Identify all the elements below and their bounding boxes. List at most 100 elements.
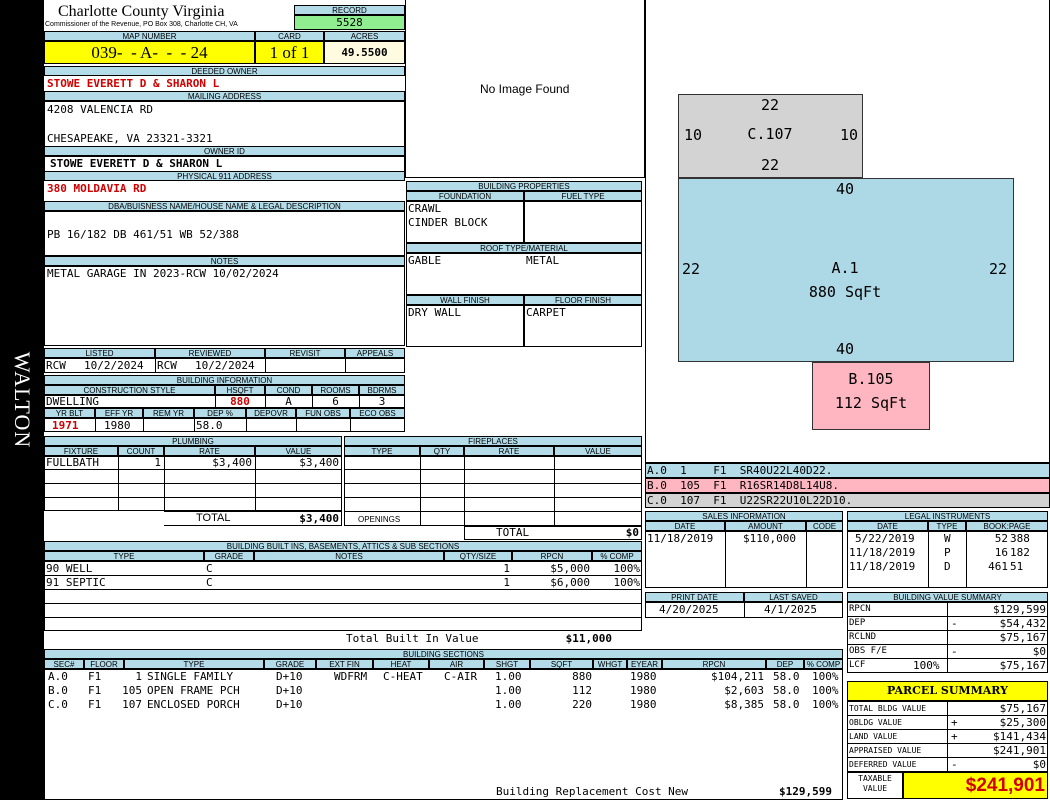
physical-value: 380 MOLDAVIA RD (47, 182, 147, 195)
vs-obs-key: OBS F/E (849, 646, 887, 656)
bi-row2-qty: 1 (503, 576, 510, 589)
bi-row1-rpcn: $5,000 (550, 562, 590, 575)
listed-by: RCW (46, 359, 66, 372)
taxable-value: $241,901 (903, 772, 1048, 799)
bi-row2-rpcn: $6,000 (550, 576, 590, 589)
fireplaces-total-label: TOTAL (496, 526, 530, 539)
sec-a-shgt: 1.00 (495, 670, 522, 683)
a-top-dim: 40 (835, 180, 855, 198)
remyr-label: REM YR (143, 408, 194, 418)
sec-b-dep: 58.0 (773, 684, 800, 697)
map-label: MAP NUMBER (44, 31, 255, 41)
bi-row1-grade: C (206, 562, 213, 575)
plumbing-label: PLUMBING (44, 436, 342, 446)
bi-total: $11,000 (565, 632, 612, 645)
wall-finish: DRY WALL (408, 306, 461, 319)
owner-id-value: STOWE EVERETT D & SHARON L (50, 157, 223, 170)
sec-b-floor: F1 (88, 684, 102, 697)
deeded-owner-value: STOWE EVERETT D & SHARON L (47, 77, 220, 90)
legal-row3-date: 11/18/2019 (849, 560, 916, 573)
bi-notes-label: NOTES (254, 551, 444, 561)
vs-lcf-key: LCF (849, 660, 866, 670)
owner-id-label: OWNER ID (44, 146, 405, 156)
yrblt-label: YR BLT (44, 408, 95, 418)
vs-lcf-val: $75,167 (999, 659, 1046, 672)
sales-date-label: DATE (645, 521, 725, 531)
ps-land-val: $141,434 (993, 730, 1046, 743)
dep-label: DEP % (194, 408, 246, 418)
fireplaces-total: $0 (625, 526, 639, 539)
bi-row2-grade: C (206, 576, 213, 589)
legal-date-label: DATE (847, 521, 928, 531)
legal-row3-type: D (944, 560, 951, 573)
hsqft-label: HSQFT (215, 385, 265, 395)
value-summary-label: BUILDING VALUE SUMMARY (847, 592, 1048, 602)
foundation-2: CINDER BLOCK (408, 216, 488, 229)
reviewed-by: RCW (157, 359, 177, 372)
legal-row2-page: 182 (1010, 546, 1030, 559)
sec-col-comp: % COMP (804, 659, 843, 669)
count-label: COUNT (118, 446, 164, 456)
deeded-owner-label: DEEDED OWNER (44, 66, 405, 76)
bdrms-label: BDRMS (359, 385, 405, 395)
sec-col-grade: GRADE (264, 659, 316, 669)
sec-b-code: 105 (122, 684, 142, 697)
sec-col-extfin: EXT FIN (316, 659, 373, 669)
ps-land-key: LAND VALUE (849, 732, 898, 741)
acres-label: ACRES (324, 31, 405, 41)
sales-code-label: CODE (806, 521, 843, 531)
sec-c-eyear: 1980 (630, 698, 657, 711)
sec-b-comp: 100% (812, 684, 839, 697)
listed-date: 10/2/2024 (84, 359, 144, 372)
sections-label: BUILDING SECTIONS (44, 649, 843, 659)
sec-c-floor: F1 (88, 698, 102, 711)
sales-amount: $110,000 (743, 532, 796, 545)
taxable-label-1: TAXABLE (858, 774, 892, 783)
notes-label: NOTES (44, 256, 405, 266)
plumbing-total-label: TOTAL (196, 512, 231, 524)
no-image-text: No Image Found (480, 82, 570, 96)
legal-row2-type: P (944, 546, 951, 559)
a-right-dim: 22 (989, 260, 1008, 278)
sketch-code-a-text: A.0 1 F1 SR40U22L40D22. (647, 464, 833, 477)
building-info-label: BUILDING INFORMATION (44, 375, 405, 385)
legal-row1-type: W (944, 532, 951, 545)
ps-appraised-key: APPRAISED VALUE (849, 746, 922, 755)
rcn-label: Building Replacement Cost New (496, 785, 689, 798)
vs-obs-val: $0 (1032, 645, 1046, 658)
bi-comp-label: % COMP (592, 551, 642, 561)
a-label: A.1 (831, 259, 859, 277)
fuel-label: FUEL TYPE (524, 191, 642, 201)
value-label: VALUE (255, 446, 342, 456)
sec-c-rpcn: $8,385 (724, 698, 764, 711)
depovr-label: DEPOVR (246, 408, 296, 418)
floor-finish: CARPET (526, 306, 566, 319)
sec-col-dep: DEP (766, 659, 804, 669)
bi-rpcn-label: RPCN (512, 551, 592, 561)
sec-c-sec: C.0 (48, 698, 68, 711)
sec-b-grade: D+10 (276, 684, 303, 697)
ps-obldg-key: OBLDG VALUE (849, 718, 902, 727)
sketch-code-b-text: B.0 105 F1 R16SR14D8L14U8. (647, 479, 840, 492)
bi-row1-type: 90 WELL (46, 562, 93, 575)
sec-col-whgt: WHGT (593, 659, 627, 669)
effective-year: 1980 (104, 419, 131, 432)
sketch-code-b: B.0 105 F1 R16SR14D8L14U8. (645, 478, 1050, 493)
legal-row1-book: 52 (994, 532, 1008, 545)
bi-row2-comp: 100% (613, 576, 641, 589)
sec-b-sec: B.0 (48, 684, 68, 697)
sec-col-type: TYPE (124, 659, 264, 669)
foundation-1: CRAWL (408, 202, 442, 215)
sec-c-comp: 100% (812, 698, 839, 711)
sec-c-dep: 58.0 (773, 698, 800, 711)
parcel-summary-title: PARCEL SUMMARY (847, 681, 1048, 701)
funobs-label: FUN OBS (296, 408, 350, 418)
style-label: CONSTRUCTION STYLE (44, 385, 215, 395)
sec-col-heat: HEAT (373, 659, 429, 669)
fp-qty-label: QTY (420, 446, 464, 456)
c-top-dim: 22 (760, 96, 780, 114)
ps-bldg-key: TOTAL BLDG VALUE (849, 704, 927, 713)
card-label: CARD (255, 31, 324, 41)
sec-c-code: 107 (122, 698, 142, 711)
fp-rate-label: RATE (464, 446, 554, 456)
